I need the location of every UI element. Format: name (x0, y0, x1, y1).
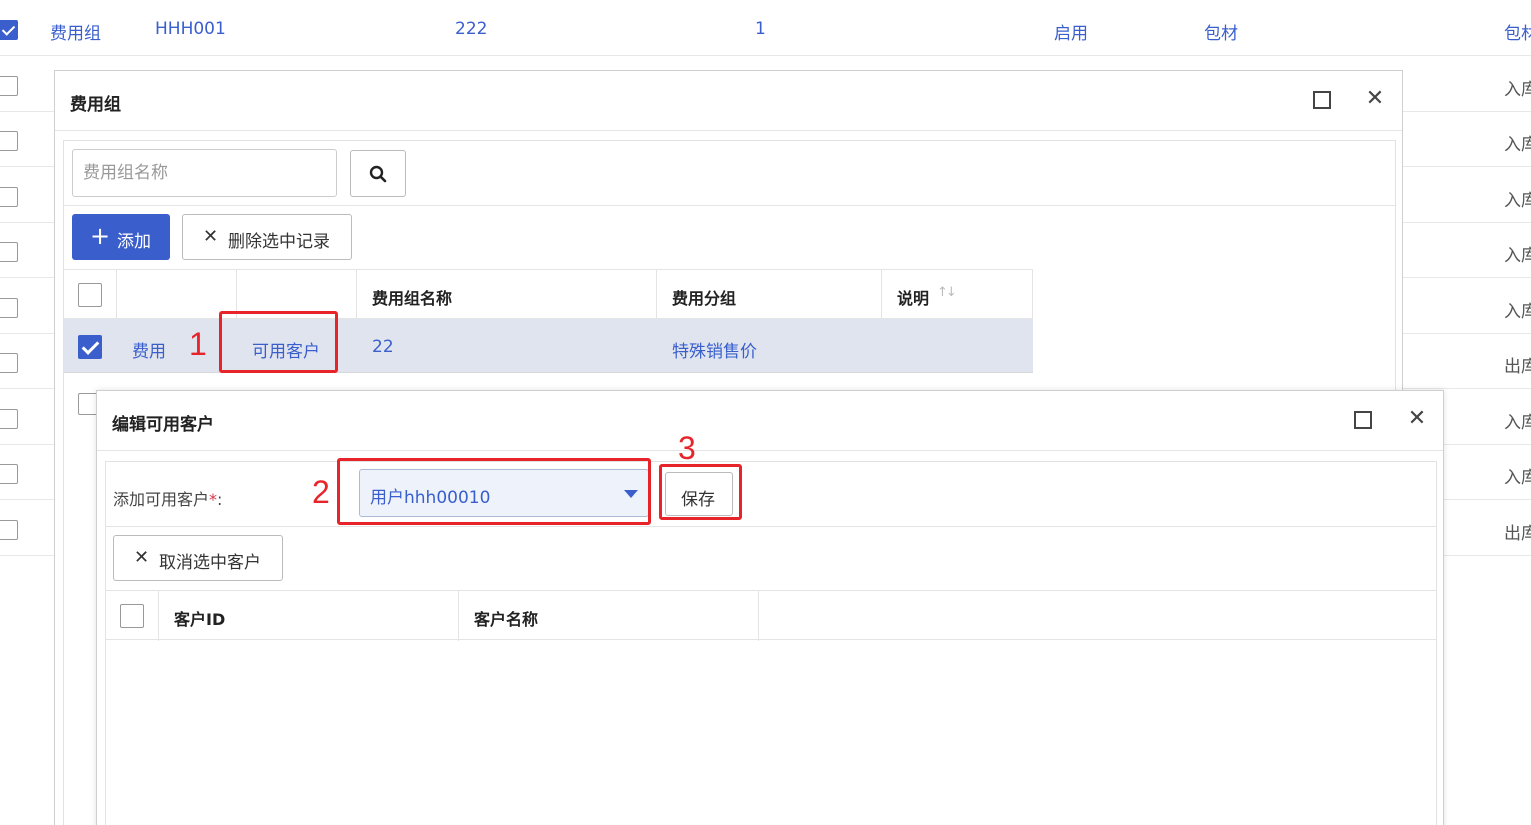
annotation-box (659, 464, 742, 520)
cell-status[interactable]: 启用 (1054, 19, 1088, 44)
dialog-header: 费用组 ✕ (55, 71, 1402, 131)
cell-value[interactable]: 222 (455, 19, 487, 39)
cell-direction: 入库 (1504, 468, 1531, 488)
delete-button-label: 删除选中记录 (228, 232, 330, 252)
add-button-label: 添加 (117, 232, 151, 252)
delete-selected-button[interactable]: ✕ 删除选中记录 (182, 214, 352, 260)
row-checkbox[interactable] (0, 242, 18, 262)
plus-icon: + (90, 222, 111, 250)
table-row[interactable]: 费用 可用客户 22 特殊销售价 (64, 319, 1033, 373)
select-all-checkbox[interactable] (120, 604, 144, 628)
header-checkbox-col (106, 591, 159, 641)
row-checkbox[interactable] (0, 520, 18, 540)
search-input[interactable] (72, 149, 337, 197)
row-checkbox[interactable] (0, 131, 18, 151)
cell-category[interactable]: 包材 (1204, 19, 1238, 44)
dialog-title: 编辑可用客户 (112, 415, 214, 435)
column-header-customer-id[interactable]: 客户ID (159, 591, 459, 641)
row-checkbox[interactable] (0, 409, 18, 429)
column-header-description[interactable]: 说明 ↑↓ (882, 270, 1033, 320)
maximize-icon[interactable] (1313, 91, 1331, 109)
cell-direction: 入库 (1504, 191, 1531, 211)
column-header-group[interactable]: 费用分组 (657, 270, 882, 320)
row-checkbox[interactable] (0, 353, 18, 373)
row-checkbox[interactable] (0, 187, 18, 207)
search-button[interactable] (350, 150, 406, 197)
cell-fee-group-name[interactable]: 22 (372, 337, 394, 357)
required-mark: * (209, 490, 218, 509)
annotation-number: 2 (312, 474, 330, 510)
row-checkbox[interactable] (78, 335, 102, 359)
search-icon (369, 165, 387, 183)
customer-grid-header: 客户ID 客户名称 (106, 590, 1436, 641)
annotation-box (219, 311, 338, 373)
dialog-body: 添加可用客户*: 用户hhh00010 保存 ✕ 取消选中客户 客户ID 客户名… (105, 461, 1437, 825)
dialog-header: 编辑可用客户 ✕ (97, 391, 1443, 451)
close-icon[interactable]: ✕ (1363, 87, 1387, 111)
annotation-number: 1 (189, 326, 207, 362)
table-row[interactable]: 费用组 HHH001 222 1 启用 包材 包材 (0, 0, 1531, 56)
column-header-name[interactable]: 费用组名称 (357, 270, 657, 320)
row-checkbox[interactable] (0, 76, 18, 96)
fee-link[interactable]: 费用 (132, 337, 166, 362)
cell-type[interactable]: 费用组 (50, 19, 101, 44)
row-checkbox[interactable] (0, 464, 18, 484)
close-icon: ✕ (203, 226, 219, 247)
close-icon: ✕ (134, 547, 150, 568)
customer-field-label: 添加可用客户*: (113, 490, 223, 509)
cancel-button-label: 取消选中客户 (159, 553, 261, 573)
grid-header: 费用组名称 费用分组 说明 ↑↓ (64, 269, 1033, 320)
column-header-customer-name[interactable]: 客户名称 (459, 591, 759, 641)
annotation-number: 3 (678, 430, 696, 466)
edit-customers-dialog: 编辑可用客户 ✕ 添加可用客户*: 用户hhh00010 保存 ✕ 取消选中客户… (96, 390, 1444, 825)
cell-fee-group-category[interactable]: 特殊销售价 (672, 337, 757, 362)
select-all-checkbox[interactable] (78, 283, 102, 307)
maximize-icon[interactable] (1354, 411, 1372, 429)
dialog-title: 费用组 (70, 95, 121, 115)
cell-direction: 入库 (1504, 413, 1531, 433)
cancel-selected-customer-button[interactable]: ✕ 取消选中客户 (113, 535, 283, 581)
sort-icon[interactable]: ↑↓ (937, 285, 957, 300)
cell-extra[interactable]: 包材 (1504, 19, 1531, 44)
cell-direction: 出库 (1504, 524, 1531, 544)
add-button[interactable]: + 添加 (72, 214, 170, 260)
cell-direction: 出库 (1504, 357, 1531, 377)
cell-direction: 入库 (1504, 302, 1531, 322)
annotation-box (337, 458, 651, 525)
row-checkbox[interactable] (0, 20, 18, 40)
cell-direction: 入库 (1504, 80, 1531, 100)
header-checkbox-col (64, 270, 117, 320)
divider (106, 526, 1436, 527)
cell-direction: 入库 (1504, 135, 1531, 155)
cell-code[interactable]: HHH001 (155, 19, 226, 39)
cell-direction: 入库 (1504, 246, 1531, 266)
row-checkbox[interactable] (0, 298, 18, 318)
close-icon[interactable]: ✕ (1405, 407, 1429, 431)
cell-count[interactable]: 1 (755, 19, 766, 39)
divider (64, 205, 1395, 206)
